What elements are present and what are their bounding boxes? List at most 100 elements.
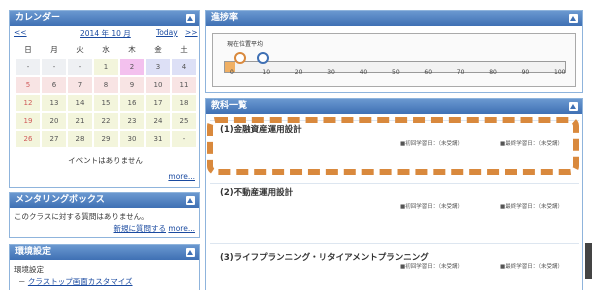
scale-tick-label: 0 [230,69,234,76]
mentoring-links: 新規に質問する more... [114,223,195,234]
calendar-day[interactable]: 15 [94,95,118,111]
calendar-day[interactable]: 21 [68,113,92,129]
customize-link[interactable]: クラストップ画面カスタマイズ [28,277,133,286]
progress-legend: 現在位置平均 [227,41,264,48]
calendar-title: カレンダー [15,13,61,23]
current-position-marker [233,52,246,64]
collapse-icon[interactable] [186,196,195,205]
weekday-label: 火 [76,44,84,54]
prev-month-link[interactable]: << [14,28,27,37]
weekday-label: 日 [24,44,32,54]
calendar-day[interactable]: 29 [94,131,118,147]
calendar-day[interactable]: 6 [42,77,66,93]
calendar-day[interactable]: 9 [120,77,144,93]
mentoring-header: メンタリングボックス [10,193,199,208]
course-title[interactable]: (2)不動産運用設計 [220,186,293,198]
calendar-grid: 日月火水木金土 - - -1 2 3 4 5 6 7 8 9 10 11 12 13 14 15 16 17 18 19… [14,39,198,149]
calendar-day[interactable]: 27 [42,131,66,147]
settings-label: 環境設定 [14,265,44,274]
page-scroll-edge [585,243,592,279]
calendar-day[interactable]: 12 [16,95,40,111]
progress-title: 進捗率 [211,13,239,23]
scale-tick-label: 60 [424,69,433,76]
calendar-day[interactable]: 31 [146,131,170,147]
scale-tick-label: 70 [456,69,465,76]
scale-tick-label: 10 [262,69,271,76]
next-month-link[interactable]: >> [185,28,198,37]
scale-tick-label: 30 [327,69,335,76]
calendar-day[interactable]: 23 [120,113,144,129]
bullet-icon: － [18,277,26,286]
current-month-link[interactable]: 2014 年 10 月 [80,28,131,39]
collapse-icon[interactable] [186,14,195,23]
course-title[interactable]: (3)ライフプランニング・リタイアメントプランニング [220,251,429,263]
calendar-panel: カレンダー << 2014 年 10 月 Today >> 日月火水木金土 --… [9,10,200,188]
calendar-day[interactable]: 5 [16,77,40,93]
course-last-study: ■最終学習日：（未受講） [500,264,563,270]
calendar-day[interactable]: 10 [146,77,170,93]
calendar-day[interactable]: 11 [172,77,196,93]
calendar-day[interactable]: 30 [120,131,144,147]
settings-header: 環境設定 [10,245,199,260]
scale-tick-label: 90 [521,69,530,76]
weekday-label: 土 [180,44,188,54]
calendar-day[interactable]: 26 [16,131,40,147]
calendar-day[interactable]: 19 [16,113,40,129]
calendar-day[interactable]: 8 [94,77,118,93]
scale-tick-label: 50 [392,69,400,76]
calendar-day[interactable]: 22 [94,113,118,129]
calendar-day[interactable]: 1 [94,59,118,75]
course-item[interactable]: (3)ライフプランニング・リタイアメントプランニング ■初回学習日：（未受講） … [210,243,579,282]
calendar-day[interactable]: 24 [146,113,170,129]
calendar-day[interactable]: 13 [42,95,66,111]
course-first-study: ■初回学習日：（未受講） [400,264,463,270]
scale-tick-label: 40 [359,69,368,76]
calendar-day[interactable]: 14 [68,95,92,111]
mentoring-panel: メンタリングボックス このクラスに対する質問はありません。 新規に質問する mo… [9,192,200,238]
calendar-day[interactable]: 2 [120,59,144,75]
calendar-day: - [68,59,92,75]
collapse-icon[interactable] [569,102,578,111]
calendar-day[interactable]: 17 [146,95,170,111]
course-first-study: ■初回学習日：（未受講） [400,204,463,210]
calendar-day[interactable]: 3 [146,59,170,75]
scale-tick-label: 80 [489,69,497,76]
calendar-day: - [16,59,40,75]
calendar-more-link[interactable]: more... [168,172,195,181]
weekday-label: 木 [128,44,136,54]
calendar-day[interactable]: 25 [172,113,196,129]
collapse-icon[interactable] [186,248,195,257]
calendar-day[interactable]: 16 [120,95,144,111]
calendar-day[interactable]: 7 [68,77,92,93]
progress-panel: 進捗率 現在位置平均 0 10 20 30 40 50 60 70 80 90 100 [205,10,583,93]
progress-header: 進捗率 [206,11,582,26]
calendar-day[interactable]: 20 [42,113,66,129]
calendar-header: カレンダー [10,11,199,26]
average-position-marker [256,52,269,64]
scale-tick-label: 100 [554,69,566,76]
course-item[interactable]: (2)不動産運用設計 ■初回学習日：（未受講） ■最終学習日：（未受講） [210,183,579,222]
mentoring-more-link[interactable]: more... [168,224,195,233]
weekday-label: 水 [102,44,110,54]
settings-link-row: － クラストップ画面カスタマイズ [18,276,133,287]
weekday-label: 月 [50,44,58,54]
mentoring-title: メンタリングボックス [15,195,105,205]
calendar-day: - [42,59,66,75]
calendar-day: - [172,131,196,147]
today-link[interactable]: Today [156,28,178,37]
calendar-day[interactable]: 18 [172,95,196,111]
settings-title: 環境設定 [15,247,52,257]
calendar-day[interactable]: 4 [172,59,196,75]
calendar-nav: << 2014 年 10 月 Today >> [10,26,199,38]
courses-title: 教科一覧 [211,101,248,111]
weekday-label: 金 [154,44,162,54]
new-question-link[interactable]: 新規に質問する [114,224,167,233]
collapse-icon[interactable] [569,14,578,23]
calendar-day[interactable]: 28 [68,131,92,147]
settings-panel: 環境設定 環境設定 － クラストップ画面カスタマイズ [9,244,200,290]
courses-header: 教科一覧 [206,99,582,114]
no-events-text: イベントはありません [68,156,143,165]
highlight-frame [207,117,579,175]
mentoring-message: このクラスに対する質問はありません。 [14,212,149,221]
course-last-study: ■最終学習日：（未受講） [500,204,563,210]
